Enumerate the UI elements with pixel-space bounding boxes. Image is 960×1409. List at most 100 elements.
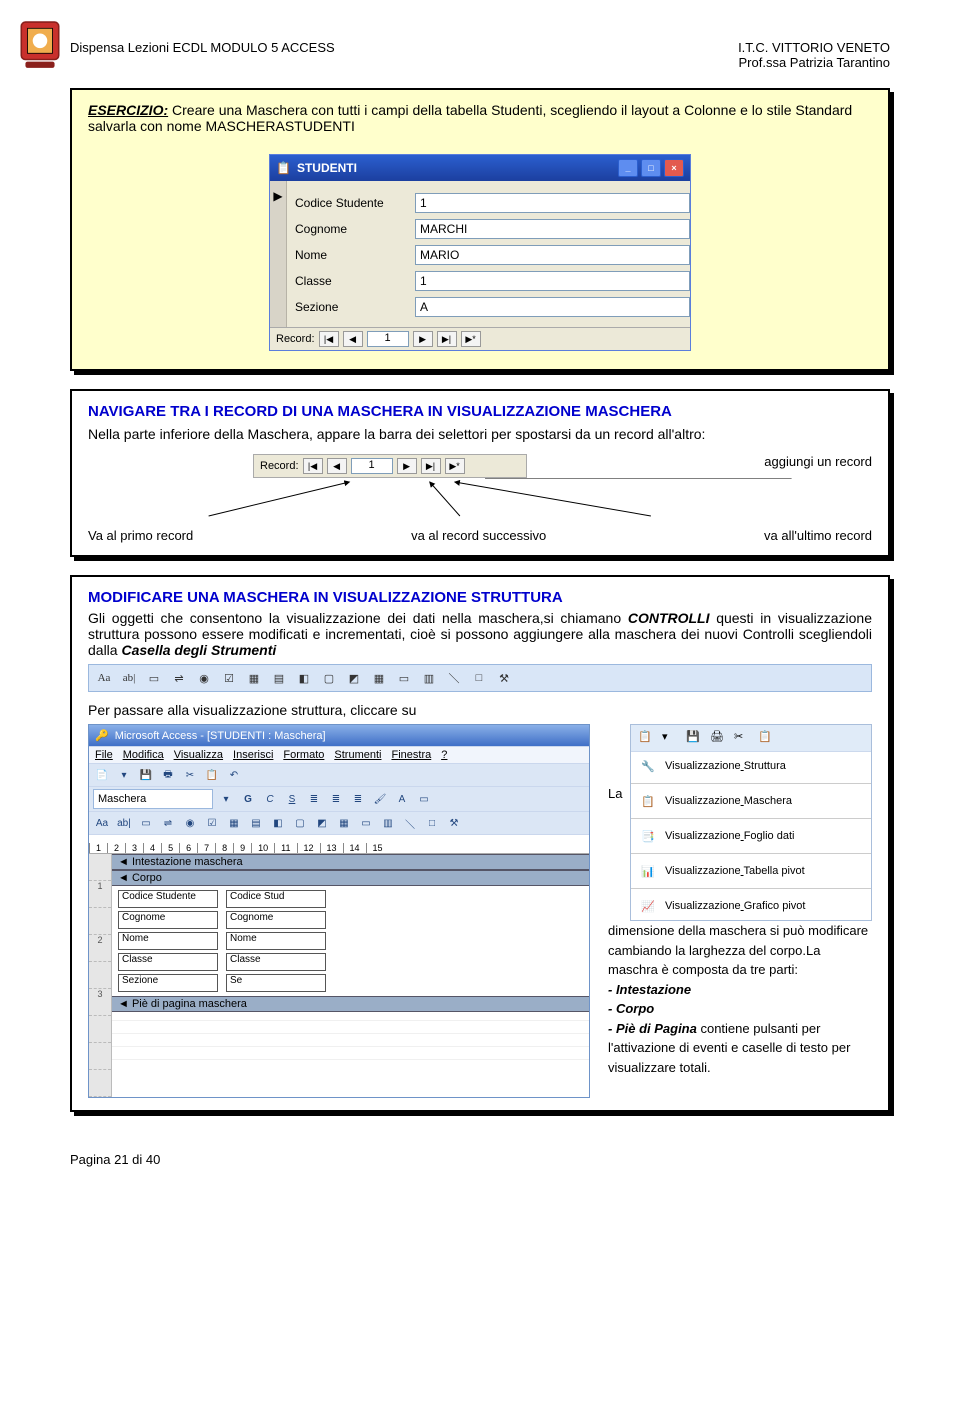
- toolbox-item[interactable]: ▦: [368, 667, 390, 689]
- toolbox-item[interactable]: ▦: [335, 814, 353, 832]
- toolbox-item[interactable]: ▭: [143, 667, 165, 689]
- access-design-window: 🔑 Microsoft Access - [STUDENTI : Mascher…: [88, 724, 590, 1098]
- field-source-cell[interactable]: Cognome: [226, 911, 326, 929]
- toolbox-bar[interactable]: Aaab|▭⇌◉☑▦▤◧▢◩▦▭▥＼□⚒: [89, 812, 589, 835]
- toolbox-item[interactable]: Aa: [93, 667, 115, 689]
- toolbox-item[interactable]: ▥: [379, 814, 397, 832]
- view-icon: 📋: [639, 792, 657, 810]
- new-record-button[interactable]: ▶*: [461, 331, 481, 347]
- navigate-heading: NAVIGARE TRA I RECORD DI UNA MASCHERA IN…: [88, 403, 872, 420]
- toolbox-item[interactable]: ◩: [313, 814, 331, 832]
- toolbox-item[interactable]: ⇌: [159, 814, 177, 832]
- band-pie[interactable]: ◄ Piè di pagina maschera: [112, 996, 589, 1012]
- band-corpo[interactable]: ◄ Corpo: [112, 870, 589, 886]
- toolbox-item[interactable]: ◩: [343, 667, 365, 689]
- toolbox-item[interactable]: ＼: [401, 814, 419, 832]
- view-menu-item[interactable]: 📈Visualizzazione Grafico pivot: [631, 892, 871, 920]
- view-menu-item[interactable]: 🔧Visualizzazione Struttura: [631, 752, 871, 780]
- toolbar-2[interactable]: ▾ GCS ≣≣≣ 🖌A▭: [89, 787, 589, 812]
- navigate-box: NAVIGARE TRA I RECORD DI UNA MASCHERA IN…: [70, 389, 890, 557]
- next-record-label: va al record successivo: [411, 528, 546, 543]
- object-selector[interactable]: [93, 789, 213, 809]
- toolbox-item[interactable]: ☑: [203, 814, 221, 832]
- toolbox-item[interactable]: ▥: [418, 667, 440, 689]
- toolbox-strip: Aaab|▭⇌◉☑▦▤◧▢◩▦▭▥＼□⚒: [88, 664, 872, 692]
- close-button[interactable]: ×: [664, 159, 684, 177]
- menu-item[interactable]: Finestra: [391, 749, 431, 761]
- menu-item[interactable]: Modifica: [123, 749, 164, 761]
- field-label-cell[interactable]: Cognome: [118, 911, 218, 929]
- view-menu-item[interactable]: 📑Visualizzazione Foglio dati: [631, 822, 871, 850]
- menu-item[interactable]: ?: [441, 749, 447, 761]
- toolbox-item[interactable]: ▤: [268, 667, 290, 689]
- minimize-button[interactable]: _: [618, 159, 638, 177]
- menu-item[interactable]: Formato: [283, 749, 324, 761]
- field-source-cell[interactable]: Codice Stud: [226, 890, 326, 908]
- toolbox-item[interactable]: ▦: [243, 667, 265, 689]
- field-label: Sezione: [295, 300, 415, 314]
- field-source-cell[interactable]: Nome: [226, 932, 326, 950]
- toolbox-item[interactable]: ▭: [357, 814, 375, 832]
- toolbar-1[interactable]: 📄▾💾🖶✂📋↶: [89, 764, 589, 787]
- next-record-button[interactable]: ▶: [413, 331, 433, 347]
- record-number-field[interactable]: 1: [351, 458, 393, 474]
- toolbox-item[interactable]: ab|: [115, 814, 133, 832]
- field-input[interactable]: [415, 297, 690, 317]
- toolbox-item[interactable]: ⚒: [445, 814, 463, 832]
- toolbox-item[interactable]: ▭: [137, 814, 155, 832]
- first-record-label: Va al primo record: [88, 528, 193, 543]
- field-label-cell[interactable]: Nome: [118, 932, 218, 950]
- toolbox-item[interactable]: ⇌: [168, 667, 190, 689]
- toolbox-item[interactable]: ⚒: [493, 667, 515, 689]
- view-dropdown[interactable]: 📋▾💾🖨✂📋 🔧Visualizzazione Struttura📋Visual…: [630, 724, 872, 921]
- field-label-cell[interactable]: Sezione: [118, 974, 218, 992]
- toolbox-item[interactable]: □: [423, 814, 441, 832]
- toolbox-item[interactable]: ☑: [218, 667, 240, 689]
- toolbox-item[interactable]: ▢: [318, 667, 340, 689]
- modify-text: Gli oggetti che consentono la visualizza…: [88, 610, 628, 626]
- field-input[interactable]: [415, 271, 690, 291]
- first-record-button[interactable]: |◀: [319, 331, 339, 347]
- view-menu-item[interactable]: 📊Visualizzazione Tabella pivot: [631, 857, 871, 885]
- toolbox-item[interactable]: ▤: [247, 814, 265, 832]
- new-record-button[interactable]: ▶*: [445, 458, 465, 474]
- last-record-button[interactable]: ▶|: [421, 458, 441, 474]
- access-icon: 🔑: [95, 729, 109, 742]
- field-label-cell[interactable]: Codice Studente: [118, 890, 218, 908]
- toolbox-item[interactable]: ◧: [269, 814, 287, 832]
- record-navigator: Record: |◀ ◀ 1 ▶ ▶| ▶*: [270, 327, 690, 350]
- record-navigator-sample: Record: |◀ ◀ 1 ▶ ▶| ▶*: [253, 454, 527, 478]
- band-intestazione[interactable]: ◄ Intestazione maschera: [112, 854, 589, 870]
- view-menu-item[interactable]: 📋Visualizzazione Maschera: [631, 787, 871, 815]
- menu-item[interactable]: Strumenti: [334, 749, 381, 761]
- field-source-cell[interactable]: Classe: [226, 953, 326, 971]
- field-source-cell[interactable]: Se: [226, 974, 326, 992]
- menu-item[interactable]: File: [95, 749, 113, 761]
- prev-record-button[interactable]: ◀: [343, 331, 363, 347]
- field-input[interactable]: [415, 193, 690, 213]
- prev-record-button[interactable]: ◀: [327, 458, 347, 474]
- toolbox-item[interactable]: ＼: [443, 667, 465, 689]
- menu-item[interactable]: Inserisci: [233, 749, 273, 761]
- last-record-button[interactable]: ▶|: [437, 331, 457, 347]
- toolbox-item[interactable]: ◧: [293, 667, 315, 689]
- record-number-field[interactable]: 1: [367, 331, 409, 347]
- toolbox-item[interactable]: ◉: [193, 667, 215, 689]
- first-record-button[interactable]: |◀: [303, 458, 323, 474]
- toolbox-item[interactable]: ◉: [181, 814, 199, 832]
- field-label-cell[interactable]: Classe: [118, 953, 218, 971]
- toolbox-item[interactable]: ▭: [393, 667, 415, 689]
- view-icon: 📊: [639, 862, 657, 880]
- maximize-button[interactable]: □: [641, 159, 661, 177]
- next-record-button[interactable]: ▶: [397, 458, 417, 474]
- toolbox-item[interactable]: ab|: [118, 667, 140, 689]
- menu-item[interactable]: Visualizza: [174, 749, 223, 761]
- last-record-label: va all'ultimo record: [764, 528, 872, 543]
- field-input[interactable]: [415, 245, 690, 265]
- toolbox-item[interactable]: Aa: [93, 814, 111, 832]
- toolbox-item[interactable]: ▦: [225, 814, 243, 832]
- field-input[interactable]: [415, 219, 690, 239]
- toolbox-item[interactable]: ▢: [291, 814, 309, 832]
- toolbox-item[interactable]: □: [468, 667, 490, 689]
- menubar[interactable]: File Modifica Visualizza Inserisci Formato St…: [89, 746, 589, 764]
